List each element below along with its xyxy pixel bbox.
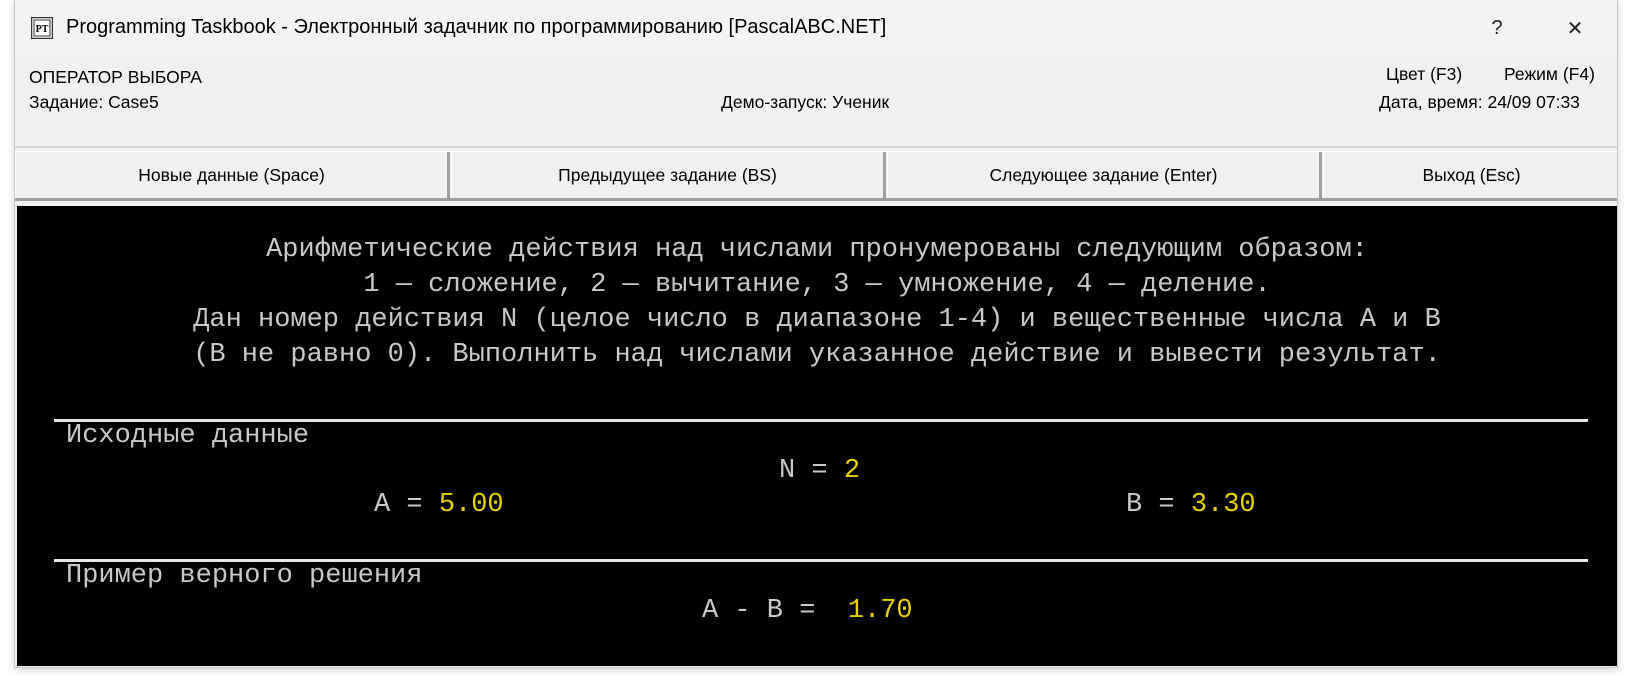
b-input: B = 3.30: [1126, 490, 1256, 520]
svg-text:PT: PT: [36, 24, 49, 35]
close-button[interactable]: ✕: [1547, 8, 1603, 48]
demo-mode-label: Демо-запуск: Ученик: [721, 92, 890, 112]
new-data-button[interactable]: Новые данные (Space): [15, 152, 450, 198]
n-label: N =: [779, 456, 844, 486]
task-text-line: Дан номер действия N (целое число в диап…: [193, 305, 1441, 335]
solution-result: A - B = 1.70: [702, 596, 913, 626]
topic-label: ОПЕРАТОР ВЫБОРА: [29, 67, 202, 87]
b-value: 3.30: [1190, 490, 1256, 520]
b-label: B =: [1126, 490, 1191, 520]
info-panel: ОПЕРАТОР ВЫБОРА Задание: Case5 Демо-запу…: [15, 56, 1617, 148]
task-console: Арифметические действия над числами прон…: [17, 206, 1617, 666]
a-input: A = 5.00: [374, 490, 504, 520]
source-data-heading: Исходные данные: [66, 421, 310, 451]
button-bar: Новые данные (Space) Предыдущее задание …: [15, 151, 1617, 201]
n-input: N = 2: [779, 456, 860, 486]
a-value: 5.00: [438, 490, 504, 520]
task-text-line: 1 — сложение, 2 — вычитание, 3 — умножен…: [363, 270, 1271, 300]
task-text-line: (B не равно 0). Выполнить над числами ук…: [193, 340, 1441, 370]
task-label: Задание: Case5: [29, 92, 159, 112]
solution-value: 1.70: [831, 596, 913, 626]
a-label: A =: [374, 490, 439, 520]
mode-option[interactable]: Режим (F4): [1504, 64, 1595, 85]
app-icon: PT: [31, 17, 53, 39]
next-task-button[interactable]: Следующее задание (Enter): [887, 152, 1322, 198]
color-option[interactable]: Цвет (F3): [1386, 64, 1462, 85]
solution-heading: Пример верного решения: [66, 561, 423, 591]
title-bar[interactable]: PT Programming Taskbook - Электронный за…: [15, 0, 1617, 56]
datetime-label: Дата, время: 24/09 07:33: [1379, 92, 1580, 112]
app-window: PT Programming Taskbook - Электронный за…: [14, 0, 1618, 668]
window-title: Programming Taskbook - Электронный задач…: [66, 16, 887, 38]
previous-task-button[interactable]: Предыдущее задание (BS): [451, 152, 886, 198]
solution-label: A - B =: [702, 596, 832, 626]
task-text-line: Арифметические действия над числами прон…: [266, 235, 1368, 265]
exit-button[interactable]: Выход (Esc): [1323, 152, 1617, 198]
n-value: 2: [843, 456, 861, 486]
help-button[interactable]: ?: [1469, 8, 1525, 48]
